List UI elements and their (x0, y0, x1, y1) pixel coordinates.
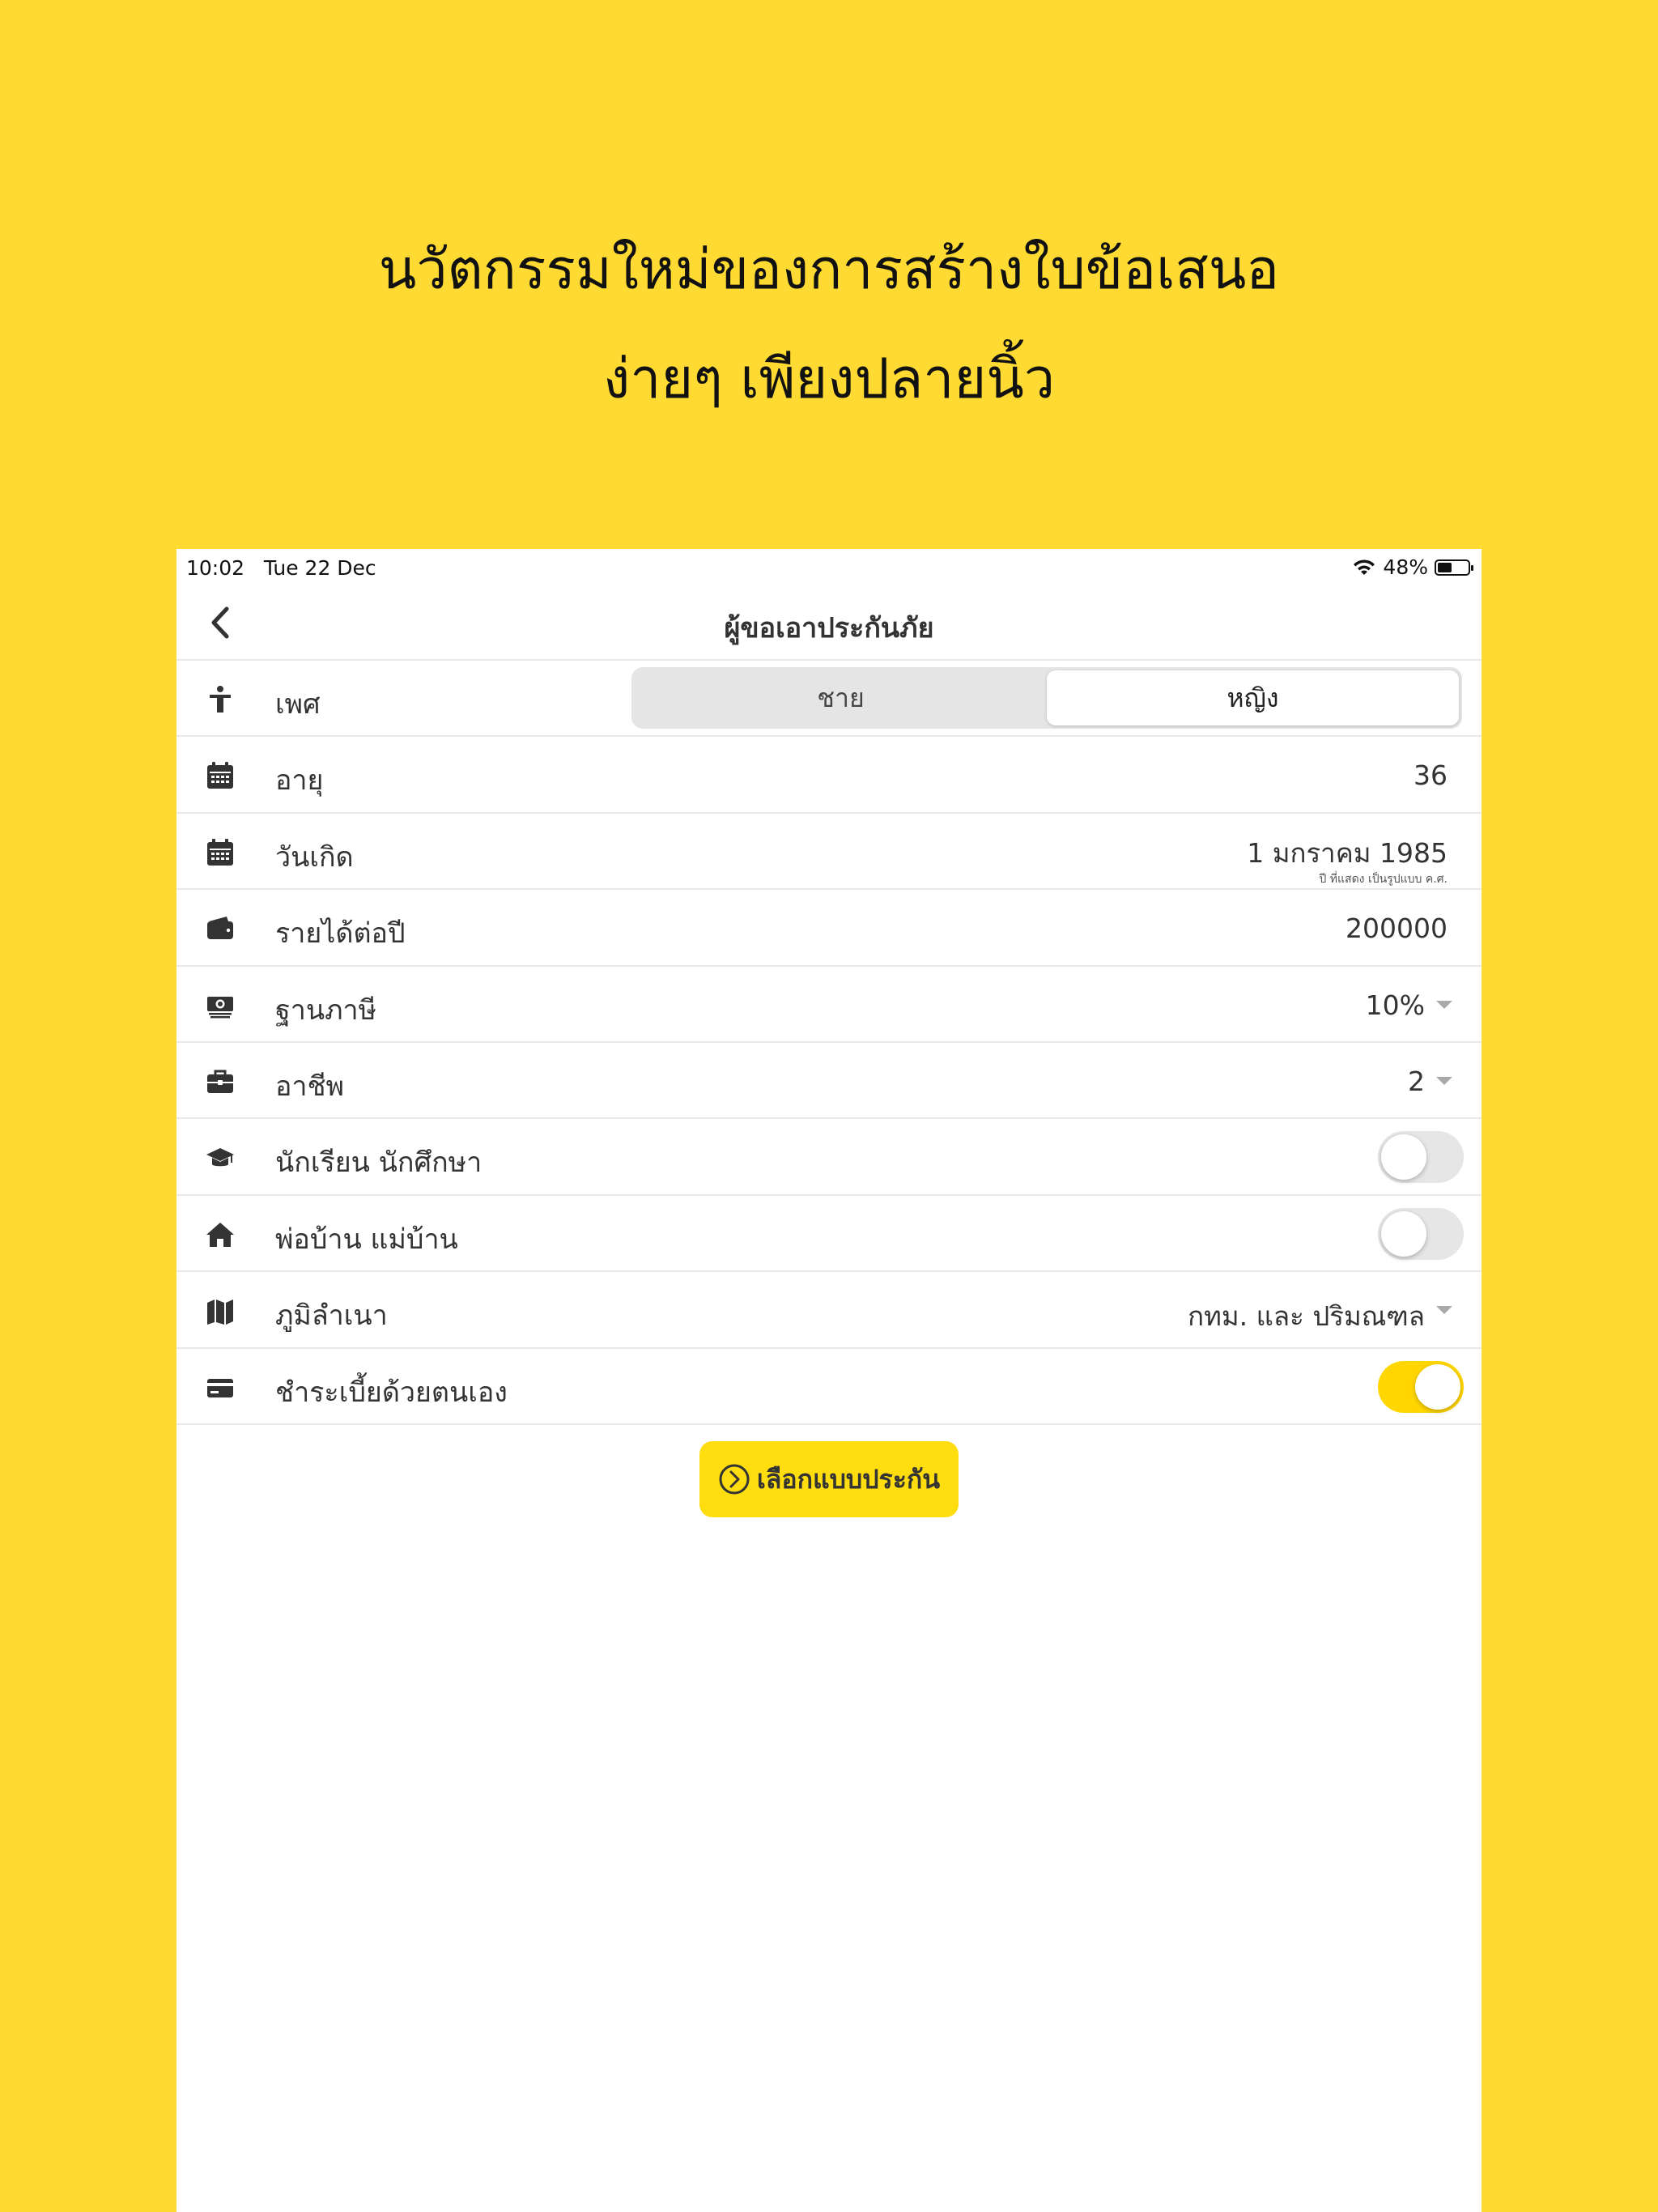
home-icon (206, 1222, 234, 1247)
homemaker-toggle[interactable] (1378, 1207, 1464, 1260)
dropdown-caret-icon (1436, 1076, 1452, 1085)
dropdown-caret-icon (1436, 1000, 1452, 1009)
birthday-year-note: ปี ที่แสดง เป็นรูปแบบ ค.ศ. (1319, 872, 1448, 886)
birthday-label: วันเกิด (275, 840, 354, 874)
self-pay-toggle[interactable] (1378, 1360, 1464, 1413)
income-row[interactable]: รายได้ต่อปี 200000 (176, 890, 1482, 967)
age-label: อายุ (275, 764, 324, 798)
device-screen: 10:02 Tue 22 Dec 48% ผู้ขอเอาประกันภัย เ… (176, 549, 1482, 2212)
homemaker-row: พ่อบ้าน แม่บ้าน (176, 1196, 1482, 1273)
gender-segmented-control: ชาย หญิง (631, 667, 1462, 729)
birthday-value: 1 มกราคม 1985 (1247, 836, 1448, 869)
age-value: 36 (1414, 759, 1448, 792)
promo-headline-1: นวัตกรรมใหม่ของการสร้างใบข้อเสนอ (378, 238, 1280, 302)
navigation-bar: ผู้ขอเอาประกันภัย (176, 585, 1482, 661)
chevron-circle-right-icon (719, 1464, 750, 1495)
homemaker-label: พ่อบ้าน แม่บ้าน (275, 1223, 458, 1256)
occupation-label: อาชีพ (275, 1070, 344, 1103)
battery-percent: 48% (1383, 555, 1428, 579)
promo-headline-2: ง่ายๆ เพียงปลายนิ้ว (602, 347, 1055, 411)
income-label: รายได้ต่อปี (275, 917, 406, 951)
gender-option-male[interactable]: ชาย (635, 670, 1047, 725)
calendar-icon (207, 838, 233, 866)
tax-row[interactable]: ฐานภาษี 10% (176, 967, 1482, 1043)
credit-card-icon (207, 1378, 233, 1397)
age-row[interactable]: อายุ 36 (176, 737, 1482, 814)
tax-label: ฐานภาษี (275, 993, 377, 1027)
occupation-row[interactable]: อาชีพ 2 (176, 1043, 1482, 1120)
student-toggle[interactable] (1378, 1131, 1464, 1184)
self-pay-label: ชำระเบี้ยด้วยตนเอง (275, 1376, 508, 1409)
calendar-icon (207, 762, 233, 789)
status-bar: 10:02 Tue 22 Dec 48% (176, 549, 1482, 585)
birthday-row[interactable]: วันเกิด 1 มกราคม 1985 ปี ที่แสดง เป็นรูป… (176, 814, 1482, 891)
self-pay-row: ชำระเบี้ยด้วยตนเอง (176, 1349, 1482, 1425)
dropdown-caret-icon (1436, 1306, 1452, 1315)
student-row: นักเรียน นักศึกษา (176, 1119, 1482, 1196)
status-time: 10:02 (186, 556, 245, 580)
gender-label: เพศ (275, 688, 321, 721)
graduation-cap-icon (206, 1148, 234, 1167)
page-title: ผู้ขอเอาประกันภัย (724, 612, 934, 644)
map-icon (207, 1300, 233, 1325)
gender-option-female[interactable]: หญิง (1047, 670, 1459, 725)
domicile-value: กทม. และ ปริมณฑล (1188, 1300, 1425, 1333)
select-insurance-plan-label: เลือกแบบประกัน (756, 1463, 941, 1495)
occupation-value: 2 (1408, 1065, 1425, 1097)
person-icon (210, 686, 231, 713)
status-date: Tue 22 Dec (263, 556, 376, 580)
domicile-row[interactable]: ภูมิลำเนา กทม. และ ปริมณฑล (176, 1272, 1482, 1349)
briefcase-icon (207, 1070, 233, 1093)
student-label: นักเรียน นักศึกษา (275, 1146, 483, 1180)
income-value: 200000 (1346, 912, 1448, 945)
domicile-label: ภูมิลำเนา (275, 1300, 388, 1333)
gender-row: เพศ ชาย หญิง (176, 661, 1482, 738)
money-icon (207, 996, 233, 1019)
wifi-icon (1354, 559, 1375, 575)
wallet-icon (207, 917, 233, 940)
battery-icon (1435, 559, 1473, 576)
select-insurance-plan-button[interactable]: เลือกแบบประกัน (699, 1441, 959, 1517)
tax-value: 10% (1365, 989, 1425, 1021)
